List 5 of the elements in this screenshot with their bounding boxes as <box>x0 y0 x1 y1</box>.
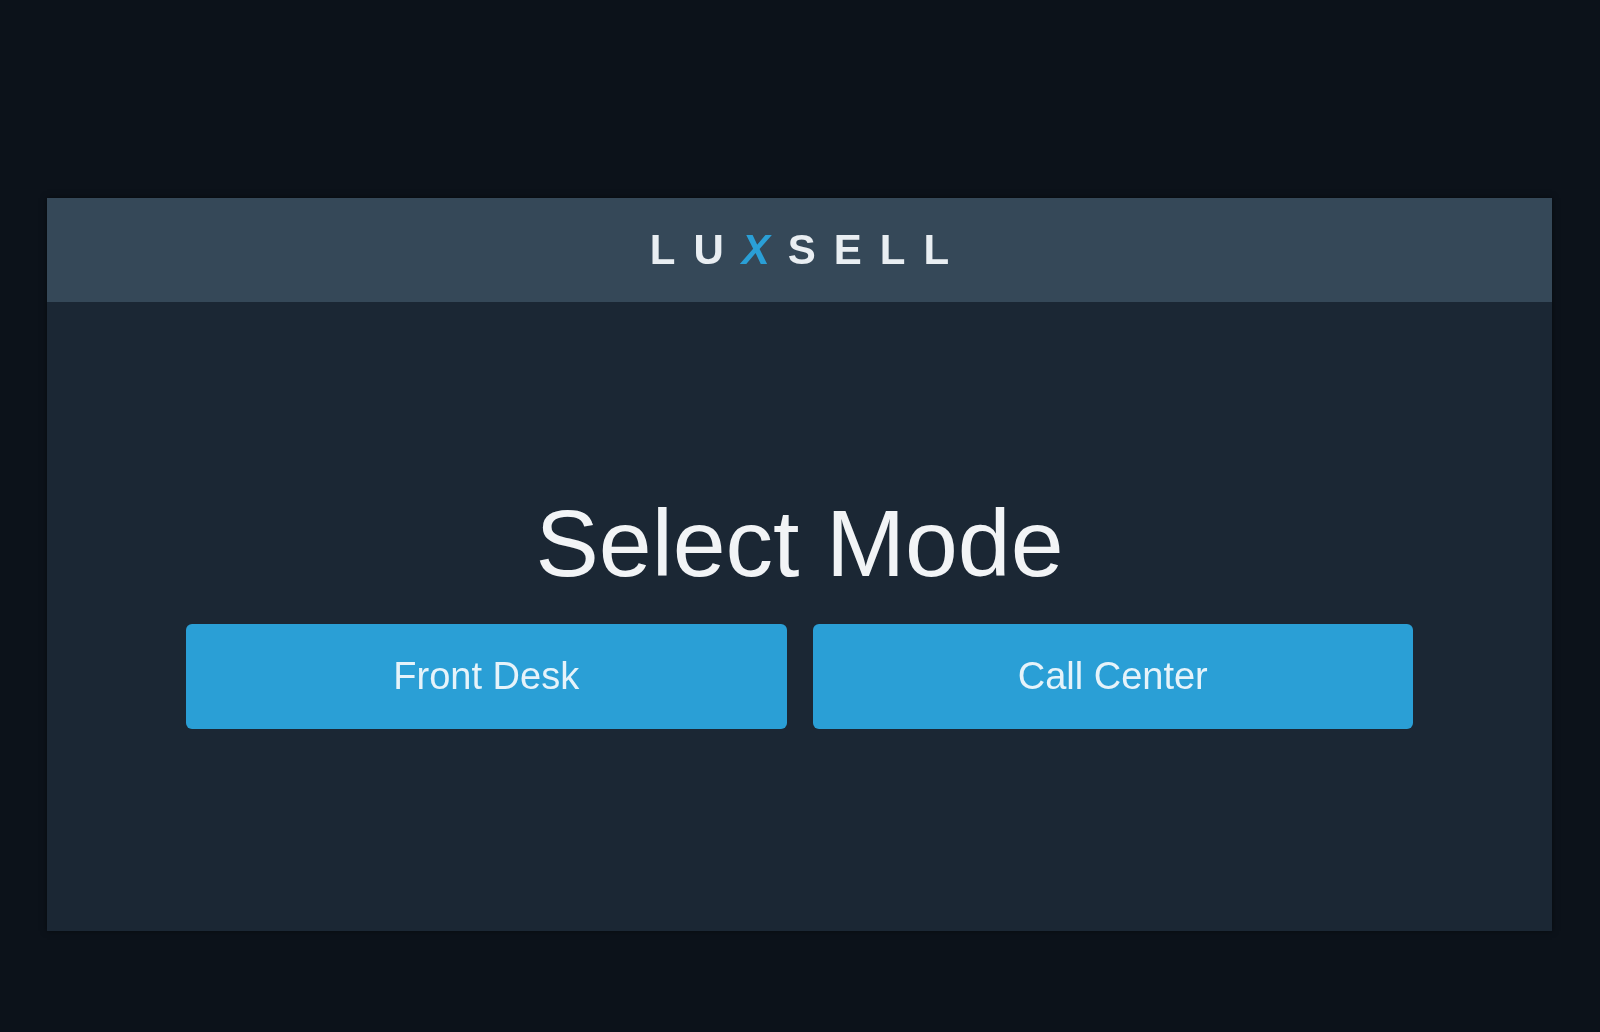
mode-button[interactable]: Front Desk <box>186 624 787 729</box>
logo-letters: X <box>741 229 788 271</box>
logo-letters: SELL <box>787 229 968 271</box>
page-title: Select Mode <box>535 496 1064 591</box>
mode-button[interactable]: Call Center <box>812 624 1413 729</box>
